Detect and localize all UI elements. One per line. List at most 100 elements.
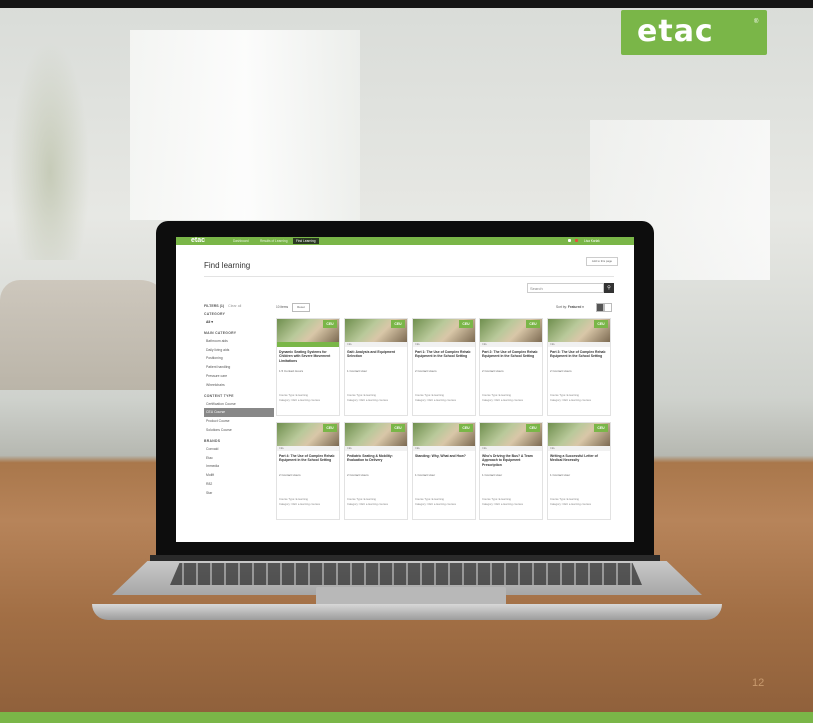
- course-type: Course Type: E-learning: [279, 394, 308, 397]
- category-heading: CATEGORY: [204, 312, 226, 316]
- course-category: Category: CEU e-learning courses: [347, 399, 388, 402]
- main-category-daily-living[interactable]: Daily living aids: [204, 346, 274, 355]
- course-card[interactable]: CEU CEL Pediatric Seating & Mobility: Eval…: [344, 422, 408, 520]
- course-hours: 1 Contact Hour: [550, 473, 571, 477]
- course-card[interactable]: CEU CEL Standing: Why, What and How? 1 Cont…: [412, 422, 476, 520]
- course-type: Course Type: E-learning: [347, 394, 376, 397]
- divider: [204, 276, 614, 277]
- sort-label: Sort by:: [556, 305, 567, 309]
- magnifier-icon: ⚲: [607, 285, 611, 291]
- course-category: Category: CEU e-learning courses: [347, 503, 388, 506]
- course-card[interactable]: CEU Dynamic Seating Systems for Children …: [276, 318, 340, 416]
- course-type: Course Type: E-learning: [415, 498, 444, 501]
- search-button[interactable]: ⚲: [604, 283, 614, 293]
- ceu-badge: CEU: [526, 320, 540, 328]
- course-title[interactable]: Who's Driving the Bus? A Team Approach t…: [482, 454, 540, 467]
- course-hours: 2 Contact Hours: [415, 369, 437, 373]
- course-card[interactable]: CEU CEL Writing a Successful Letter of Med…: [547, 422, 611, 520]
- ceu-badge: CEU: [594, 424, 608, 432]
- course-category: Category: CEU e-learning courses: [550, 399, 591, 402]
- content-type-certification[interactable]: Certification Course: [204, 400, 274, 409]
- content-type-ceu[interactable]: CEU Course: [204, 408, 274, 418]
- nav-dashboard[interactable]: Dashboard: [233, 238, 249, 244]
- course-card[interactable]: CEU CEL Part 4: The Use of Complex Rehab E…: [276, 422, 340, 520]
- main-category-bathroom[interactable]: Bathroom aids: [204, 337, 274, 346]
- course-tag: CEL: [548, 342, 610, 347]
- sort-value[interactable]: Featured ▾: [568, 305, 584, 309]
- course-hours: 1 Contact Hour: [415, 473, 436, 477]
- course-tag: CEL: [277, 446, 339, 451]
- course-tag: [277, 342, 339, 347]
- course-category: Category: CEU e-learning courses: [550, 503, 591, 506]
- ceu-badge: CEU: [391, 424, 405, 432]
- results-count: 10 items: [276, 305, 289, 309]
- ceu-badge: CEU: [391, 320, 405, 328]
- ceu-badge: CEU: [323, 424, 337, 432]
- grid-view-icon[interactable]: [596, 303, 604, 312]
- course-tag: CEL: [548, 446, 610, 451]
- brand-r82[interactable]: R82: [204, 480, 274, 489]
- search-input[interactable]: Search: [527, 283, 604, 293]
- ceu-badge: CEU: [459, 424, 473, 432]
- course-card[interactable]: CEU CEL Part 1: The Use of Complex Rehab E…: [412, 318, 476, 416]
- ceu-badge: CEU: [323, 320, 337, 328]
- course-category: Category: CEU e-learning courses: [415, 503, 456, 506]
- course-hours: 1 Contact Hour: [482, 473, 503, 477]
- course-card[interactable]: CEU CEL Part 2: The Use of Complex Rehab E…: [479, 318, 543, 416]
- main-category-wheelchairs[interactable]: Wheelchairs: [204, 381, 274, 390]
- top-nav: etac Dashboard Results of Learning Find …: [176, 237, 634, 245]
- nav-find-learning[interactable]: Find Learning: [293, 238, 319, 244]
- category-select[interactable]: All ▾: [204, 318, 274, 327]
- brand-etac[interactable]: Etac: [204, 454, 274, 463]
- nav-brand[interactable]: etac: [191, 237, 205, 245]
- nav-results-of-learning[interactable]: Results of Learning: [260, 238, 287, 244]
- course-category: Category: CEU e-learning courses: [279, 503, 320, 506]
- course-card[interactable]: CEU CEL Gait: Analysis and Equipment Selec…: [344, 318, 408, 416]
- course-title[interactable]: Part 3: The Use of Complex Rehab Equipme…: [550, 350, 608, 359]
- brand-convaid[interactable]: Convaid: [204, 445, 274, 454]
- user-name[interactable]: Lisa Karlak: [584, 238, 600, 244]
- course-title[interactable]: Part 4: The Use of Complex Rehab Equipme…: [279, 454, 337, 463]
- course-title[interactable]: Standing: Why, What and How?: [415, 454, 473, 458]
- background-plant: [10, 40, 90, 260]
- mail-icon[interactable]: [568, 239, 571, 242]
- course-title[interactable]: Part 2: The Use of Complex Rehab Equipme…: [482, 350, 540, 359]
- course-tag: CEL: [480, 446, 542, 451]
- content-type-product[interactable]: Product Course: [204, 417, 274, 426]
- laptop-keyboard: [170, 563, 642, 585]
- main-category-pressure-care[interactable]: Pressure care: [204, 372, 274, 381]
- page-title: Find learning: [204, 261, 251, 270]
- laptop-front-edge: [92, 604, 722, 620]
- course-hours: 2 Contact Hours: [482, 369, 504, 373]
- background-window: [130, 30, 360, 220]
- background-sofa: [0, 280, 170, 390]
- course-card[interactable]: CEU CEL Who's Driving the Bus? A Team Appr…: [479, 422, 543, 520]
- main-category-positioning[interactable]: Positioning: [204, 354, 274, 363]
- clear-all-link[interactable]: Clear all: [228, 304, 241, 308]
- course-title[interactable]: Part 1: The Use of Complex Rehab Equipme…: [415, 350, 473, 359]
- course-type: Course Type: E-learning: [347, 498, 376, 501]
- course-card[interactable]: CEU CEL Part 3: The Use of Complex Rehab E…: [547, 318, 611, 416]
- content-type-solutions[interactable]: Solutions Course: [204, 426, 274, 435]
- course-type: Course Type: E-learning: [550, 498, 579, 501]
- course-title[interactable]: Dynamic Seating Systems for Children wit…: [279, 350, 337, 363]
- brand-star[interactable]: Star: [204, 489, 274, 498]
- course-title[interactable]: Gait: Analysis and Equipment Selection: [347, 350, 405, 359]
- content-type-heading: CONTENT TYPE: [204, 393, 234, 398]
- slide-page-number: 12: [752, 677, 765, 689]
- filter-sidebar: FILTERS (1) Clear all CATEGORY All ▾ MAIN…: [204, 304, 274, 498]
- course-category: Category: CEU e-learning courses: [482, 399, 523, 402]
- brand-immedia[interactable]: Immedia: [204, 462, 274, 471]
- sort-by[interactable]: Sort by: Featured ▾: [556, 305, 584, 309]
- course-title[interactable]: Writing a Successful Letter of Medical N…: [550, 454, 608, 463]
- course-hours: 2 Contact Hours: [550, 369, 572, 373]
- add-to-page-button[interactable]: Add to this page: [586, 257, 618, 266]
- course-title[interactable]: Pediatric Seating & Mobility: Evaluation…: [347, 454, 405, 463]
- course-tag: CEL: [480, 342, 542, 347]
- course-type: Course Type: E-learning: [415, 394, 444, 397]
- list-view-icon[interactable]: [604, 303, 612, 312]
- notification-icon[interactable]: [575, 239, 578, 242]
- main-category-patient-handling[interactable]: Patient handling: [204, 363, 274, 372]
- reset-button[interactable]: Reset: [292, 303, 310, 312]
- brand-molift[interactable]: Molift: [204, 471, 274, 480]
